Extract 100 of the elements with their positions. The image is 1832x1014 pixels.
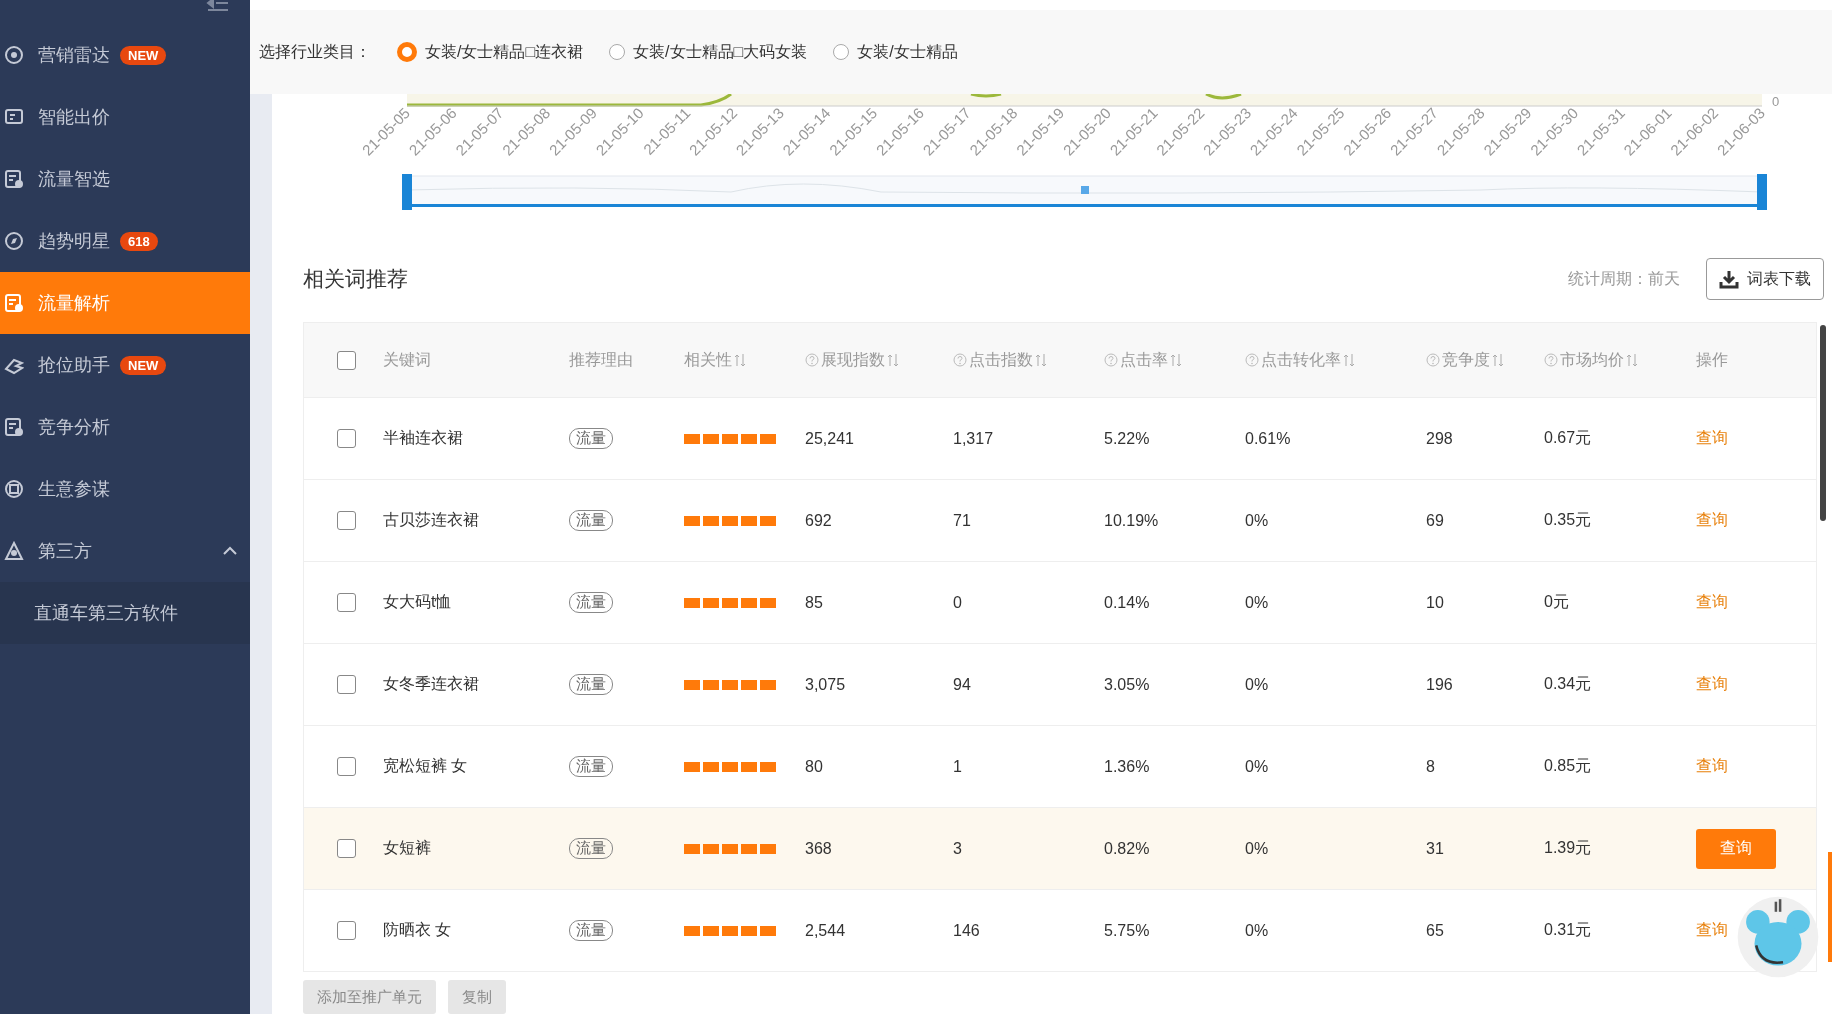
table-cell: 71 (953, 511, 971, 530)
sort-icon[interactable] (1492, 353, 1504, 367)
relevance-bar (684, 761, 700, 772)
nav-item[interactable]: 竞争分析 (0, 396, 250, 458)
table-cell: 94 (953, 675, 971, 694)
table-cell: 1,317 (953, 429, 994, 448)
radar-icon (4, 45, 24, 65)
checkbox[interactable] (337, 839, 356, 858)
sort-icon[interactable] (734, 353, 746, 367)
table-cell: 0.61% (1245, 429, 1291, 448)
download-icon (1719, 269, 1739, 289)
scrollbar-thumb[interactable] (1820, 325, 1826, 521)
reason-tag: 流量 (569, 428, 613, 449)
checkbox[interactable] (337, 429, 356, 448)
table-cell: 0% (1245, 593, 1269, 612)
sort-icon[interactable] (1035, 353, 1047, 367)
table-cell-text: 0.67元 (1544, 428, 1592, 448)
relevance-bar (741, 515, 757, 526)
table-cell: 25,241 (805, 429, 854, 448)
radio-option[interactable]: 女装/女士精品□大码女装 (609, 41, 808, 63)
reason-tag: 流量 (569, 674, 613, 695)
table-cell-text: 0.34元 (1544, 674, 1592, 694)
nav-item[interactable]: 抢位助手 NEW (0, 334, 250, 396)
download-button[interactable]: 词表下载 (1706, 258, 1824, 300)
query-link[interactable]: 查询 (1696, 510, 1728, 531)
sort-icon[interactable] (887, 353, 899, 367)
checkbox[interactable] (337, 675, 356, 694)
table-cell: 146 (953, 921, 980, 940)
query-link[interactable]: 查询 (1696, 592, 1728, 613)
period-label: 统计周期： (1568, 268, 1648, 289)
circle-icon (4, 479, 24, 499)
table-cell-text: 0元 (1544, 592, 1569, 612)
table-cell-text: 0.85元 (1544, 756, 1592, 776)
nav-item[interactable]: 生意参谋 (0, 458, 250, 520)
section-title: 相关词推荐 (303, 266, 408, 292)
checkbox[interactable] (337, 511, 356, 530)
relevance-bar (722, 515, 738, 526)
table-cell: 1 (953, 757, 962, 776)
query-link[interactable]: 查询 (1696, 674, 1728, 695)
query-link[interactable]: 查询 (1696, 428, 1728, 449)
sort-icon[interactable] (1170, 353, 1182, 367)
nav-item[interactable]: 流量解析 (0, 272, 250, 334)
reason-tag: 流量 (569, 920, 613, 941)
table-cell: 10 (1426, 593, 1444, 612)
relevance-bar (760, 843, 776, 854)
column-header[interactable]: 点击指数 (969, 349, 1033, 371)
query-link[interactable]: 查询 (1696, 756, 1728, 777)
sort-icon[interactable] (1626, 353, 1638, 367)
radio-option[interactable]: 女装/女士精品 (833, 41, 958, 63)
relevance-bar (684, 925, 700, 936)
radio-option[interactable]: 女装/女士精品□连衣裙 (397, 41, 584, 63)
column-header[interactable]: 市场均价 (1560, 349, 1624, 371)
relevance-bar (722, 679, 738, 690)
table-cell: 31 (1426, 839, 1444, 858)
relevance-bar (684, 597, 700, 608)
relevance-bar (741, 597, 757, 608)
checkbox[interactable] (337, 593, 356, 612)
column-header[interactable]: 竞争度 (1442, 349, 1490, 371)
relevance-bar (703, 433, 719, 444)
nav-subitem[interactable]: 直通车第三方软件 (0, 582, 250, 644)
table-cell: 1.36% (1104, 757, 1150, 776)
table-cell: 0.82% (1104, 839, 1150, 858)
table-cell: 5.22% (1104, 429, 1150, 448)
relevance-bar (684, 515, 700, 526)
badge: NEW (120, 45, 167, 65)
document-icon (4, 107, 24, 127)
column-header[interactable]: 点击率 (1120, 349, 1168, 371)
relevance-bar (741, 843, 757, 854)
reason-tag: 流量 (569, 756, 613, 777)
column-header[interactable]: 展现指数 (821, 349, 885, 371)
table-cell: 3 (953, 839, 962, 858)
query-link[interactable]: 查询 (1696, 920, 1728, 941)
nav-item[interactable]: 趋势明星 618 (0, 210, 250, 272)
keyword-text: 半袖连衣裙 (383, 428, 463, 448)
table-cell-text: 0.31元 (1544, 920, 1592, 940)
column-header[interactable]: 相关性 (684, 349, 732, 371)
assistant-icon[interactable] (1736, 895, 1820, 979)
nav-item[interactable]: 智能出价 (0, 86, 250, 148)
table-cell-text: 1.39元 (1544, 838, 1592, 858)
relevance-bar (684, 679, 700, 690)
checkbox[interactable] (337, 757, 356, 776)
nav-item[interactable]: 第三方 (0, 520, 250, 582)
relevance-bar (760, 433, 776, 444)
checkbox[interactable] (337, 350, 356, 370)
sort-icon[interactable] (1343, 353, 1355, 367)
relevance-bar (741, 925, 757, 936)
query-button[interactable]: 查询 (1696, 828, 1776, 869)
badge: 618 (120, 231, 158, 251)
table-cell: 0.14% (1104, 593, 1150, 612)
nav-item[interactable]: 流量智选 (0, 148, 250, 210)
column-header[interactable]: 点击转化率 (1261, 349, 1341, 371)
nav-item[interactable]: 营销雷达 NEW (0, 24, 250, 86)
column-header: 操作 (1696, 349, 1728, 370)
column-header: 推荐理由 (569, 349, 633, 370)
relevance-bar (722, 761, 738, 772)
relevance-bar (741, 679, 757, 690)
checkbox[interactable] (337, 921, 356, 940)
range-selector-drawing[interactable] (402, 174, 1767, 210)
document-icon (4, 169, 24, 189)
axis-label: 0 (1772, 94, 1780, 109)
